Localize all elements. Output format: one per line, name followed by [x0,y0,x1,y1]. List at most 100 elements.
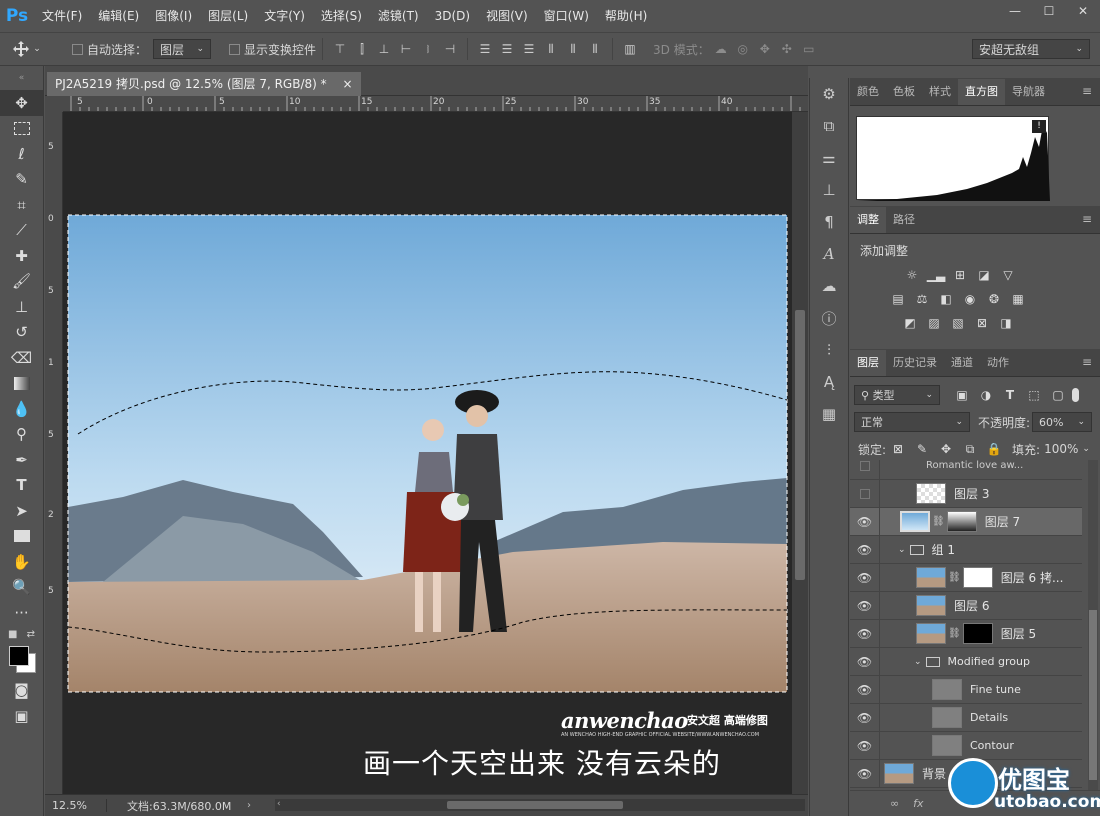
hand-tool-icon[interactable]: ✋ [0,549,43,575]
group-row[interactable]: 👁 ⌄ Modified group [850,647,1082,676]
rectangle-tool-icon[interactable] [0,524,43,550]
layers-scrollbar[interactable] [1088,460,1098,790]
tab-adjustments[interactable]: 调整 [850,207,886,233]
layer-row[interactable]: 👁 图层 6 [850,591,1082,620]
zoom-tool-icon[interactable]: 🔍 [0,575,43,601]
link-icon[interactable]: ⛓ [932,516,945,527]
menu-layer[interactable]: 图层(L) [200,0,256,32]
document-tab[interactable]: PJ2A5219 拷贝.psd @ 12.5% (图层 7, RGB/8) * … [47,72,361,96]
tab-history[interactable]: 历史记录 [886,350,944,376]
link-layers-icon[interactable]: ∞ [890,797,899,810]
vertical-scrollbar[interactable] [792,112,808,794]
type-tool-icon[interactable]: T [0,473,43,499]
toolbar-collapse-icon[interactable]: « [0,66,43,90]
layer-row[interactable]: 👁 ⛓ 图层 6 拷... [850,563,1082,592]
default-colors-icon[interactable]: ■ [8,629,17,640]
chevron-right-icon[interactable]: › [247,800,251,811]
auto-select-dropdown[interactable]: 图层 ⌄ [153,39,212,59]
distribute-bottom-icon[interactable]: ☰ [518,42,540,56]
layer-mask-thumbnail[interactable] [962,567,993,588]
warning-icon[interactable]: ! [1032,120,1046,133]
foreground-color-swatch[interactable] [9,645,29,666]
close-window-button[interactable]: ✕ [1066,0,1100,22]
menu-filter[interactable]: 滤镜(T) [370,0,427,32]
eye-icon[interactable]: 👁 [850,731,880,760]
selective-color-icon[interactable]: ◨ [996,316,1016,331]
menu-window[interactable]: 窗口(W) [536,0,597,32]
align-top-icon[interactable]: ⊤ [329,42,351,56]
dodge-tool-icon[interactable]: ⚲ [0,422,43,448]
menu-edit[interactable]: 编辑(E) [90,0,147,32]
menu-3d[interactable]: 3D(D) [427,0,478,32]
visibility-toggle[interactable] [850,479,880,508]
marquee-tool-icon[interactable] [0,116,43,142]
menu-view[interactable]: 视图(V) [478,0,536,32]
horizontal-scrollbar[interactable]: ‹ [275,799,805,811]
scroll-thumb[interactable] [1089,610,1097,780]
checkbox-box[interactable] [72,43,83,55]
levels-icon[interactable]: ▁▃ [926,268,946,283]
layer-row[interactable]: 👁 Details [850,703,1082,732]
menu-select[interactable]: 选择(S) [313,0,370,32]
move-tool-icon[interactable]: ✥ [0,90,43,116]
eye-icon[interactable]: 👁 [850,507,880,536]
distribute-hcenter-icon[interactable]: ⦀ [562,42,584,57]
panel-menu-icon[interactable]: ≡ [1082,84,1092,98]
swap-colors-icon[interactable]: ⇄ [27,629,35,640]
black-white-icon[interactable]: ◧ [936,292,956,307]
quick-mask-icon[interactable]: ◙ [0,678,43,704]
lasso-tool-icon[interactable]: ℓ [0,141,43,167]
horizontal-ruler[interactable]: 5 0 5 10 15 20 25 30 35 40 [63,96,808,112]
distribute-vcenter-icon[interactable]: ☰ [496,42,518,56]
eye-icon[interactable]: 👁 [850,675,880,704]
eye-icon[interactable]: 👁 [850,619,880,648]
menu-help[interactable]: 帮助(H) [597,0,655,32]
layer-mask-thumbnail[interactable] [962,623,993,644]
menu-file[interactable]: 文件(F) [34,0,90,32]
screen-mode-icon[interactable]: ▣ [0,703,43,729]
creative-cloud-icon[interactable]: ☁ [810,270,848,302]
photo-filter-icon[interactable]: ◉ [960,292,980,307]
eye-icon[interactable]: 👁 [850,535,880,564]
filter-smart-icon[interactable]: ▢ [1048,388,1068,403]
visibility-toggle[interactable] [850,460,880,480]
fill-value[interactable]: 100% [1044,442,1078,456]
tab-histogram[interactable]: 直方图 [958,79,1005,105]
blend-mode-dropdown[interactable]: 正常 ⌄ [854,412,970,432]
tab-actions[interactable]: 动作 [980,350,1016,376]
layer-row[interactable]: Romantic love aw... [850,460,1082,480]
distribute-right-icon[interactable]: ⦀ [584,42,606,57]
expand-chevron-icon[interactable]: ⌄ [914,657,922,667]
align-vcenter-icon[interactable]: ⫿ [351,42,373,57]
vibrance-icon[interactable]: ▽ [998,268,1018,283]
vertical-ruler[interactable]: 5 0 5 1 5 2 5 [45,112,63,794]
close-tab-icon[interactable]: × [342,77,352,91]
gradient-map-icon[interactable]: ⊠ [972,316,992,331]
layer-mask-thumbnail[interactable] [946,511,977,532]
character-icon[interactable]: A [810,238,848,270]
opacity-field[interactable]: 60% ⌄ [1032,412,1093,432]
exposure-icon[interactable]: ◪ [974,268,994,283]
show-transform-checkbox[interactable]: 显示变换控件 [229,41,316,58]
brush-presets-icon[interactable]: ⫶ [810,334,848,366]
filter-pixel-icon[interactable]: ▣ [952,388,972,403]
color-lookup-icon[interactable]: ▦ [1008,292,1028,307]
filter-adjustment-icon[interactable]: ◑ [976,388,996,403]
menu-type[interactable]: 文字(Y) [256,0,313,32]
glyphs-icon[interactable]: Ą [810,366,848,398]
scroll-thumb[interactable] [447,801,623,809]
scroll-left-icon[interactable]: ‹ [277,799,281,809]
checkbox-box[interactable] [229,43,241,55]
brush-tool-icon[interactable]: 🖌 [0,269,43,295]
filter-type-icon[interactable]: T [1000,388,1020,403]
lock-transparent-icon[interactable]: ⊠ [888,442,908,457]
sliders-icon[interactable]: ⚌ [810,142,848,174]
workspace-dropdown[interactable]: 安超无敌组 ⌄ [972,39,1090,59]
color-balance-icon[interactable]: ⚖ [912,292,932,307]
3d-pan-icon[interactable]: ✥ [754,42,776,56]
fx-icon[interactable]: fx [913,797,923,810]
blur-tool-icon[interactable]: 💧 [0,396,43,422]
layer-row[interactable]: 图层 3 [850,479,1082,508]
panel-menu-icon[interactable]: ≡ [1082,212,1092,226]
paragraph-icon[interactable]: ¶ [810,206,848,238]
